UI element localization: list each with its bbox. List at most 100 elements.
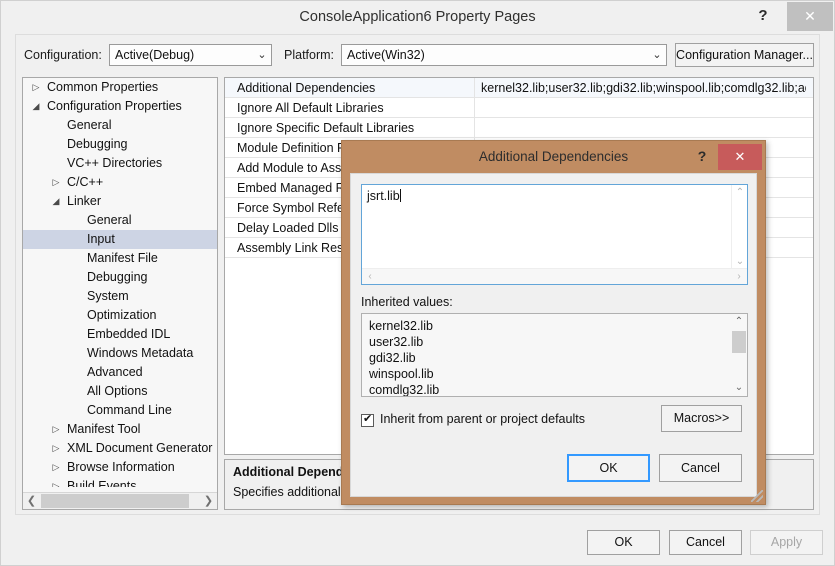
inherit-defaults-checkbox[interactable] xyxy=(361,412,374,427)
configuration-dropdown[interactable]: Active(Debug) ⌄ xyxy=(109,44,272,66)
property-name: Ignore All Default Libraries xyxy=(237,101,384,115)
apply-button: Apply xyxy=(750,530,823,555)
platform-label: Platform: xyxy=(284,48,335,62)
tree-item-browse-information[interactable]: ▷ Browse Information xyxy=(23,458,217,477)
tree-item-label: Windows Metadata xyxy=(87,346,194,360)
cancel-button[interactable]: Cancel xyxy=(669,530,742,555)
property-name: Module Definition File xyxy=(237,141,358,155)
expander-collapsed-icon[interactable]: ▷ xyxy=(49,420,63,439)
window-title: ConsoleApplication6 Property Pages xyxy=(299,9,536,25)
tree-item-input[interactable]: Input xyxy=(23,230,217,249)
inherited-values-label: Inherited values: xyxy=(361,295,453,309)
tree-item-all-options[interactable]: All Options xyxy=(23,382,217,401)
tree-item-general[interactable]: General xyxy=(23,116,217,135)
property-name: Delay Loaded Dlls xyxy=(237,221,339,235)
scroll-down-icon[interactable]: ⌄ xyxy=(731,380,747,396)
tree-item-c-c[interactable]: ▷ C/C++ xyxy=(23,173,217,192)
dialog-cancel-button[interactable]: Cancel xyxy=(659,454,742,482)
configuration-bar: Configuration: Active(Debug) ⌄ Platform:… xyxy=(15,34,820,74)
tree-item-label: Command Line xyxy=(87,403,172,417)
tree-item-system[interactable]: System xyxy=(23,287,217,306)
property-row[interactable]: Ignore All Default Libraries xyxy=(225,98,813,118)
platform-value: Active(Win32) xyxy=(347,48,425,62)
tree-item-label: Input xyxy=(87,232,115,246)
expander-collapsed-icon[interactable]: ▷ xyxy=(49,173,63,192)
chevron-down-icon: ⌄ xyxy=(257,49,267,61)
tree-item-command-line[interactable]: Command Line xyxy=(23,401,217,420)
resize-grip-icon[interactable] xyxy=(751,490,763,502)
edit-vertical-scrollbar[interactable]: ⌃ ⌄ xyxy=(731,185,747,270)
tree-item-vc-directories[interactable]: VC++ Directories xyxy=(23,154,217,173)
tree-item-debugging[interactable]: Debugging xyxy=(23,135,217,154)
tree-item-label: Advanced xyxy=(87,365,143,379)
scroll-left-icon[interactable]: ‹ xyxy=(362,269,378,285)
inherited-value-item[interactable]: gdi32.lib xyxy=(369,350,416,366)
expander-expanded-icon[interactable]: ◢ xyxy=(49,192,63,211)
tree-item-label: System xyxy=(87,289,129,303)
tree-item-label: Manifest Tool xyxy=(67,422,141,436)
window-help-icon[interactable]: ? xyxy=(749,1,777,31)
dialog-close-icon[interactable]: ✕ xyxy=(718,144,762,170)
expander-collapsed-icon[interactable]: ▷ xyxy=(49,477,63,487)
inherited-value-item[interactable]: comdlg32.lib xyxy=(369,382,439,396)
scroll-up-icon[interactable]: ⌃ xyxy=(732,185,748,201)
platform-dropdown[interactable]: Active(Win32) ⌄ xyxy=(341,44,667,66)
inherited-vertical-scrollbar[interactable]: ⌃ ⌄ xyxy=(731,314,747,396)
inherited-value-item[interactable]: kernel32.lib xyxy=(369,318,433,334)
column-divider[interactable] xyxy=(474,98,475,118)
tree-item-advanced[interactable]: Advanced xyxy=(23,363,217,382)
expander-collapsed-icon[interactable]: ▷ xyxy=(49,439,63,458)
property-row[interactable]: Additional Dependencies kernel32.lib;user… xyxy=(225,78,813,98)
tree-item-label: Embedded IDL xyxy=(87,327,171,341)
inherit-defaults-label: Inherit from parent or project defaults xyxy=(380,412,585,426)
tree-item-label: Debugging xyxy=(87,270,148,284)
inherited-value-item[interactable]: user32.lib xyxy=(369,334,423,350)
tree-item-label: Build Events xyxy=(67,479,137,487)
tree-item-manifest-tool[interactable]: ▷ Manifest Tool xyxy=(23,420,217,439)
property-row[interactable]: Ignore Specific Default Libraries xyxy=(225,118,813,138)
tree-item-label: Configuration Properties xyxy=(47,99,182,113)
scrollbar-thumb[interactable] xyxy=(732,331,746,353)
expander-collapsed-icon[interactable]: ▷ xyxy=(49,458,63,477)
tree-item-label: Optimization xyxy=(87,308,157,322)
ok-button[interactable]: OK xyxy=(587,530,660,555)
tree-scroll-area[interactable]: ▷ Common Properties ◢ Configuration Propert… xyxy=(23,78,217,487)
expander-collapsed-icon[interactable]: ▷ xyxy=(29,78,43,97)
tree-item-configuration-properties[interactable]: ◢ Configuration Properties xyxy=(23,97,217,116)
expander-expanded-icon[interactable]: ◢ xyxy=(29,97,43,116)
tree-item-embedded-idl[interactable]: Embedded IDL xyxy=(23,325,217,344)
tree-item-general[interactable]: General xyxy=(23,211,217,230)
edit-horizontal-scrollbar[interactable]: ‹ › xyxy=(362,268,747,284)
inherited-value-item[interactable]: winspool.lib xyxy=(369,366,434,382)
column-divider[interactable] xyxy=(474,118,475,138)
scroll-right-icon[interactable]: › xyxy=(731,269,747,285)
dialog-ok-button[interactable]: OK xyxy=(567,454,650,482)
inherited-values-list[interactable]: kernel32.lib user32.lib gdi32.lib winspool.… xyxy=(361,313,748,397)
tree-item-label: Debugging xyxy=(67,137,128,151)
column-divider[interactable] xyxy=(474,78,475,98)
dependencies-edit-value: jsrt.lib xyxy=(367,189,401,203)
tree-item-windows-metadata[interactable]: Windows Metadata xyxy=(23,344,217,363)
window-close-icon[interactable]: ✕ xyxy=(787,2,833,31)
tree-item-manifest-file[interactable]: Manifest File xyxy=(23,249,217,268)
scroll-right-icon[interactable]: ❯ xyxy=(200,493,217,509)
tree-item-label: General xyxy=(87,213,132,227)
scrollbar-thumb[interactable] xyxy=(41,494,189,508)
additional-dependencies-dialog: Additional Dependencies ? ✕ jsrt.lib ⌃ ⌄… xyxy=(341,140,766,505)
tree-item-optimization[interactable]: Optimization xyxy=(23,306,217,325)
tree-item-label: Linker xyxy=(67,194,102,208)
tree-item-xml-document-generator[interactable]: ▷ XML Document Generator xyxy=(23,439,217,458)
tree-horizontal-scrollbar[interactable]: ❮ ❯ xyxy=(23,492,217,509)
properties-tree: ▷ Common Properties ◢ Configuration Propert… xyxy=(22,77,218,510)
scroll-up-icon[interactable]: ⌃ xyxy=(731,314,747,330)
configuration-manager-button[interactable]: Configuration Manager... xyxy=(675,43,814,67)
tree-item-debugging[interactable]: Debugging xyxy=(23,268,217,287)
dialog-help-icon[interactable]: ? xyxy=(691,143,713,169)
tree-item-label: Common Properties xyxy=(47,80,159,94)
tree-item-common-properties[interactable]: ▷ Common Properties xyxy=(23,78,217,97)
tree-item-linker[interactable]: ◢ Linker xyxy=(23,192,217,211)
macros-button[interactable]: Macros>> xyxy=(661,405,742,432)
scroll-left-icon[interactable]: ❮ xyxy=(23,493,40,509)
tree-item-build-events[interactable]: ▷ Build Events xyxy=(23,477,217,487)
dependencies-edit-field[interactable]: jsrt.lib ⌃ ⌄ ‹ › xyxy=(361,184,748,285)
